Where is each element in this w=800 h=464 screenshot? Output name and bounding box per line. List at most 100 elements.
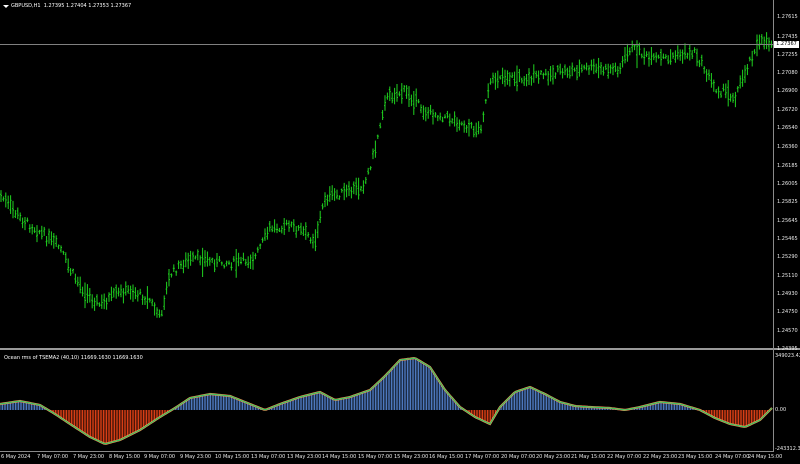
ohlc-bar [696, 48, 698, 67]
time-scale[interactable]: 6 May 2024 7 May 07:00 7 May 23:00 8 May 15… [0, 452, 800, 464]
window-separator[interactable] [0, 348, 800, 350]
time-tick-label: 15 May 23:00 [394, 454, 429, 460]
ohlc-bar [441, 116, 444, 123]
ohlc-bar [45, 236, 48, 247]
ohlc-bar [355, 177, 358, 196]
time-tick-label: 24 May 15:00 [748, 454, 783, 460]
indicator-tick-label: 349023.42 [775, 353, 800, 359]
ohlc-bar [112, 287, 115, 298]
price-tick-label: 1.27615 [777, 14, 798, 20]
ohlc-bar [348, 181, 350, 196]
ohlc-bar [180, 260, 182, 269]
price-scale[interactable]: 1.27615 1.27435 1.27255 1.27080 1.26900 1.267… [773, 0, 800, 452]
ohlc-bar [0, 190, 2, 202]
ohlc-bar [595, 63, 598, 74]
ohlc-bar [472, 125, 475, 138]
indicator-histogram[interactable] [0, 352, 773, 452]
ohlc-bar [19, 212, 22, 222]
ohlc-bar [177, 260, 180, 270]
ohlc-bar [496, 70, 499, 89]
ohlc-bar [700, 54, 703, 67]
ohlc-bar [537, 70, 540, 84]
ohlc-bar [28, 224, 31, 233]
ohlc-bar [607, 63, 610, 79]
ohlc-bar [756, 34, 758, 57]
ohlc-bar [319, 210, 322, 223]
price-tick-label: 1.25290 [777, 254, 798, 260]
ohlc-bar [432, 109, 434, 125]
ohlc-bar [609, 64, 612, 74]
ohlc-bar [331, 185, 334, 201]
ohlc-bar [199, 255, 202, 266]
ohlc-bar [168, 269, 170, 287]
ohlc-bar [156, 307, 158, 318]
price-tick-label: 1.26360 [777, 144, 798, 150]
ohlc-bar [230, 262, 233, 271]
time-tick-label: 16 May 15:00 [429, 454, 464, 460]
time-tick-label: 9 May 23:00 [180, 454, 212, 460]
ohlc-bar [501, 67, 504, 85]
ohlc-bar [129, 285, 132, 300]
ohlc-bar [204, 250, 206, 267]
ohlc-bar [273, 219, 276, 233]
ohlc-bar [189, 250, 192, 266]
ohlc-bar [264, 228, 266, 241]
ohlc-bar [194, 255, 197, 260]
ohlc-bar [117, 287, 120, 297]
ohlc-bar [69, 268, 72, 276]
ohlc-bar [223, 264, 226, 269]
ohlc-bar [405, 85, 408, 99]
time-tick-label: 22 May 23:00 [643, 454, 678, 460]
ohlc-bar [592, 58, 595, 75]
ohlc-bar [542, 72, 545, 80]
ohlc-bar [100, 294, 103, 309]
ohlc-bar [184, 252, 187, 268]
ohlc-bar [297, 225, 300, 231]
ohlc-bar [144, 296, 146, 306]
ohlc-bar [660, 48, 662, 66]
ohlc-bar [475, 122, 478, 138]
ohlc-bar [624, 47, 626, 64]
ohlc-bar [544, 68, 547, 76]
price-bar-chart[interactable] [0, 0, 773, 347]
ohlc-bar [616, 66, 619, 78]
ohlc-bar [67, 258, 70, 273]
ohlc-bar [662, 53, 665, 59]
ohlc-bar [211, 257, 214, 263]
ohlc-bar [556, 65, 559, 73]
ohlc-bar [602, 66, 605, 76]
ohlc-bar [192, 251, 194, 262]
ohlc-bar [734, 91, 737, 108]
ohlc-bar [374, 140, 377, 158]
ohlc-bar [487, 83, 490, 99]
ohlc-bar [266, 226, 269, 240]
ohlc-bar [619, 62, 622, 74]
ohlc-bar [429, 104, 432, 115]
ohlc-bar [667, 55, 670, 65]
time-tick-label: 8 May 15:00 [109, 454, 141, 460]
ohlc-bar [746, 64, 749, 76]
ohlc-bar [206, 251, 209, 267]
ohlc-bar [256, 246, 259, 253]
ohlc-bar [691, 50, 694, 60]
ohlc-bar [384, 95, 386, 111]
ohlc-bar [590, 59, 593, 71]
ohlc-bar [422, 105, 425, 120]
ohlc-bar [312, 233, 314, 249]
price-tick-label: 1.26185 [777, 163, 798, 169]
ohlc-bar [434, 112, 437, 118]
ohlc-bar [597, 57, 600, 79]
ohlc-bar [7, 195, 10, 210]
ohlc-bar [278, 227, 281, 232]
ohlc-bar [741, 69, 744, 87]
ohlc-bar [52, 233, 55, 249]
ohlc-bar [513, 71, 516, 87]
ohlc-bar [336, 189, 338, 200]
ohlc-bar [708, 69, 710, 81]
ohlc-bar [576, 64, 578, 81]
ohlc-bar [237, 252, 240, 267]
chart-window[interactable]: GBPUSD,H1 1.27395 1.27404 1.27353 1.2736… [0, 0, 800, 464]
ohlc-bar [453, 111, 456, 127]
ohlc-bar [172, 264, 175, 272]
ohlc-bar [729, 93, 732, 102]
